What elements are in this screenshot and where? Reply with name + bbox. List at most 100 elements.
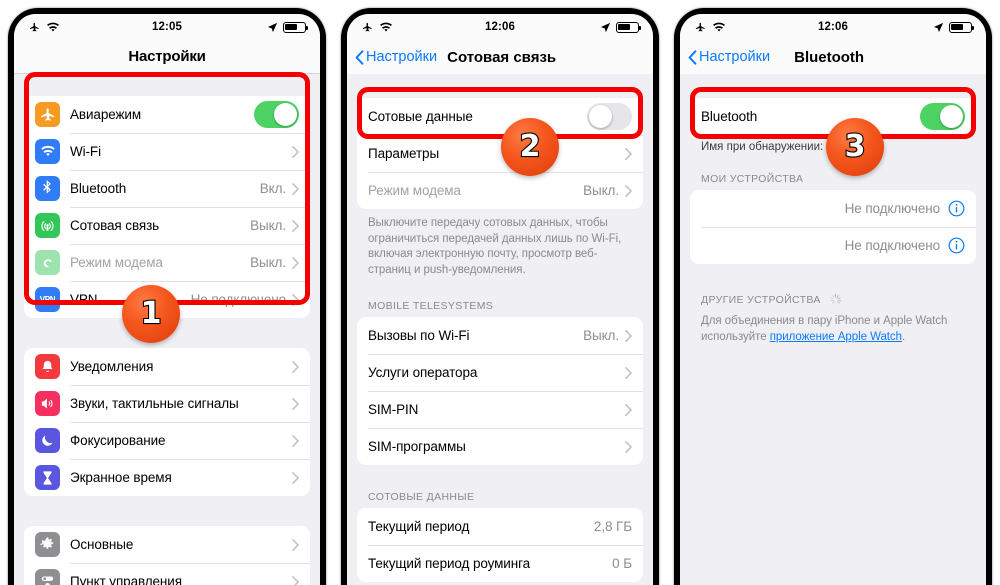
cellular-data-group: Сотовые данные Параметры Режим модема Вы… [357, 98, 643, 209]
step-badge-3: 3 [826, 118, 884, 176]
status-bar: 12:06 [680, 14, 986, 40]
row-current-period[interactable]: Текущий период 2,8 ГБ [357, 508, 643, 545]
chevron-right-icon [292, 434, 299, 447]
bluetooth-icon [35, 176, 60, 201]
other-devices-header: ДРУГИЕ УСТРОЙСТВА [680, 293, 986, 311]
apple-watch-app-link[interactable]: приложение Apple Watch [770, 331, 902, 343]
back-button[interactable]: Настройки [688, 49, 770, 65]
cellular-list[interactable]: Сотовые данные Параметры Режим модема Вы… [347, 74, 653, 585]
page-title: Настройки [128, 48, 206, 65]
status-bar: 12:06 [347, 14, 653, 40]
row-current-roaming-period[interactable]: Текущий период роуминга 0 Б [357, 545, 643, 582]
battery-icon [283, 21, 309, 33]
my-devices-header: МОИ УСТРОЙСТВА [701, 173, 804, 185]
back-label: Настройки [366, 49, 438, 65]
battery-icon [616, 21, 642, 33]
location-icon [933, 22, 944, 32]
row-general[interactable]: Основные [24, 526, 310, 563]
row-label: Фокусирование [70, 433, 166, 448]
chevron-right-icon [625, 184, 632, 197]
loading-spinner-icon [830, 293, 842, 304]
row-value: Не подключено [844, 201, 940, 216]
row-label: Режим модема [70, 255, 163, 270]
row-cellular-data[interactable]: Сотовые данные [357, 98, 643, 135]
phone-screen-cellular: 12:06 Настройки Сотовая связь Сотовые да… [333, 0, 666, 585]
row-label: Экранное время [70, 470, 172, 485]
other-devices-label: ДРУГИЕ УСТРОЙСТВА [701, 293, 821, 306]
chevron-right-icon [292, 538, 299, 551]
nav-bar: Настройки Bluetooth [680, 40, 986, 74]
speaker-icon [35, 391, 60, 416]
row-screen-time[interactable]: Экранное время [24, 459, 310, 496]
chevron-right-icon [292, 471, 299, 484]
page-title: Bluetooth [794, 48, 865, 66]
row-label: Авиарежим [70, 107, 142, 122]
row-device[interactable]: Не подключено [690, 227, 976, 264]
back-label: Настройки [699, 49, 771, 65]
general-group: Основные Пункт управления [24, 526, 310, 585]
vpn-icon: VPN [35, 287, 60, 312]
row-bluetooth[interactable]: Bluetooth Вкл. [24, 170, 310, 207]
bell-icon [35, 354, 60, 379]
chevron-right-icon [292, 397, 299, 410]
row-label: Параметры [368, 146, 440, 161]
row-label: VPN [70, 292, 98, 307]
carrier-section-header: MOBILE TELESYSTEMS [368, 300, 494, 312]
status-right [600, 21, 642, 33]
chevron-right-icon [625, 366, 632, 379]
row-label: Текущий период [368, 519, 470, 534]
location-icon [600, 22, 611, 32]
info-icon[interactable] [948, 237, 965, 254]
row-sim-pin[interactable]: SIM-PIN [357, 391, 643, 428]
status-bar: 12:05 [14, 14, 320, 40]
row-label: Звуки, тактильные сигналы [70, 396, 239, 411]
row-label: Bluetooth [701, 109, 758, 124]
chevron-right-icon [292, 219, 299, 232]
usage-group: Текущий период 2,8 ГБ Текущий период роу… [357, 508, 643, 582]
chevron-right-icon [625, 329, 632, 342]
row-value: 2,8 ГБ [593, 519, 632, 534]
footer-text-after: . [901, 330, 906, 343]
row-hotspot[interactable]: Режим модема Выкл. [357, 172, 643, 209]
back-button[interactable]: Настройки [355, 49, 437, 65]
bluetooth-toggle[interactable] [920, 103, 965, 130]
row-airplane-mode[interactable]: Авиарежим [24, 96, 310, 133]
notifications-group: Уведомления Звуки, тактильные сигналы Фо… [24, 348, 310, 496]
phone-display: 12:06 Настройки Bluetooth Bluetooth Имя … [680, 14, 986, 585]
chevron-left-icon [688, 49, 697, 65]
location-icon [267, 22, 278, 32]
row-label: Wi-Fi [70, 144, 101, 159]
row-notifications[interactable]: Уведомления [24, 348, 310, 385]
row-control-center[interactable]: Пункт управления [24, 563, 310, 585]
airplane-mode-toggle[interactable] [254, 101, 299, 128]
row-cellular[interactable]: Сотовая связь Выкл. [24, 207, 310, 244]
step-badge-2: 2 [501, 118, 559, 176]
airplane-icon [35, 102, 60, 127]
row-wifi-calling[interactable]: Вызовы по Wi-Fi Выкл. [357, 317, 643, 354]
page-title: Сотовая связь [447, 48, 557, 66]
chevron-right-icon [292, 182, 299, 195]
row-value: Выкл. [583, 183, 619, 198]
row-carrier-services[interactable]: Услуги оператора [357, 354, 643, 391]
row-label: Режим модема [368, 183, 461, 198]
row-sim-apps[interactable]: SIM-программы [357, 428, 643, 465]
info-icon[interactable] [948, 200, 965, 217]
row-focus[interactable]: Фокусирование [24, 422, 310, 459]
nav-bar: Настройки Сотовая связь [347, 40, 653, 74]
row-device[interactable]: Не подключено [690, 190, 976, 227]
row-wifi[interactable]: Wi-Fi [24, 133, 310, 170]
cellular-data-toggle[interactable] [587, 103, 632, 130]
row-label: SIM-PIN [368, 402, 419, 417]
status-right [267, 21, 309, 33]
control-center-icon [35, 569, 60, 585]
step-badge-1: 1 [122, 285, 180, 343]
nav-bar: Настройки [14, 40, 320, 74]
connectivity-group: Авиарежим Wi-Fi Bluetooth Вкл. Сотовая с… [24, 96, 310, 318]
chevron-right-icon [625, 440, 632, 453]
row-sounds[interactable]: Звуки, тактильные сигналы [24, 385, 310, 422]
row-value: 0 Б [612, 556, 632, 571]
row-hotspot[interactable]: Режим модема Выкл. [24, 244, 310, 281]
row-value: Выкл. [250, 255, 286, 270]
hourglass-icon [35, 465, 60, 490]
row-parameters[interactable]: Параметры [357, 135, 643, 172]
